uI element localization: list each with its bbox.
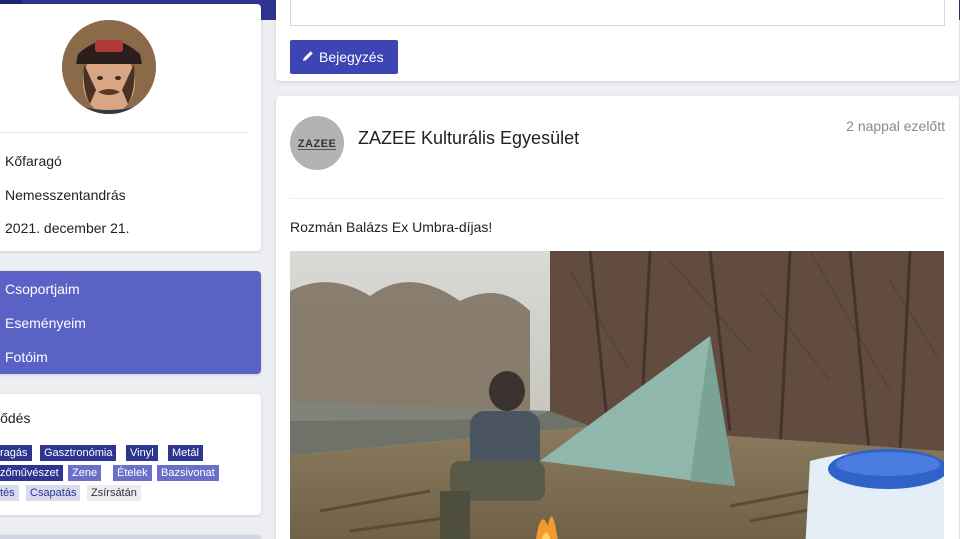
interest-tag[interactable]: Vinyl	[126, 445, 158, 461]
profile-location: Nemesszentandrás	[5, 187, 126, 203]
post-timestamp: 2 nappal ezelőtt	[846, 118, 945, 134]
post-image[interactable]	[290, 251, 944, 539]
interest-tag[interactable]: Zene	[68, 465, 102, 481]
interests-card: klődés ragás Gasztronómia Vinyl Metál ző…	[0, 394, 261, 515]
menu-item-groups[interactable]: Csoportjaim	[5, 281, 80, 297]
profile-divider	[0, 132, 247, 133]
post-card: ZAZEE ZAZEE Kulturális Egyesület 2 nappa…	[276, 96, 959, 539]
menu-item-events[interactable]: Eseményeim	[5, 315, 86, 331]
profile-menu: Csoportjaim Eseményeim Fotóim	[0, 271, 261, 374]
interest-tag[interactable]: zőművészet	[0, 465, 63, 481]
interests-title: klődés	[0, 410, 31, 426]
post-divider	[290, 198, 945, 199]
interest-tag[interactable]: Zsírsátán	[87, 485, 141, 501]
pencil-icon	[302, 40, 314, 74]
next-card-stub	[0, 535, 261, 539]
profile-occupation: Kőfaragó	[5, 153, 62, 169]
avatar[interactable]	[62, 20, 156, 114]
logo-text: ZAZEE	[298, 138, 337, 150]
menu-item-photos[interactable]: Fotóim	[5, 349, 48, 365]
post-composer: Bejegyzés	[276, 0, 959, 81]
post-input[interactable]	[290, 0, 945, 26]
interest-tag[interactable]: tés	[0, 485, 19, 501]
post-author[interactable]: ZAZEE Kulturális Egyesület	[358, 128, 579, 149]
post-button-label: Bejegyzés	[319, 49, 384, 65]
profile-joined-date: 2021. december 21.	[5, 220, 130, 236]
interest-tag[interactable]: Metál	[168, 445, 203, 461]
interest-tag[interactable]: Csapatás	[26, 485, 81, 501]
organization-logo[interactable]: ZAZEE	[290, 116, 344, 170]
interest-tag[interactable]: Gasztronómia	[40, 445, 117, 461]
interest-tag[interactable]: Bazsivonat	[157, 465, 219, 481]
interest-tag[interactable]: Ételek	[113, 465, 152, 481]
interest-tag[interactable]: ragás	[0, 445, 32, 461]
post-button[interactable]: Bejegyzés	[290, 40, 398, 74]
post-text: Rozmán Balázs Ex Umbra-díjas!	[290, 219, 493, 235]
profile-card: Kőfaragó Nemesszentandrás 2021. december…	[0, 4, 261, 251]
